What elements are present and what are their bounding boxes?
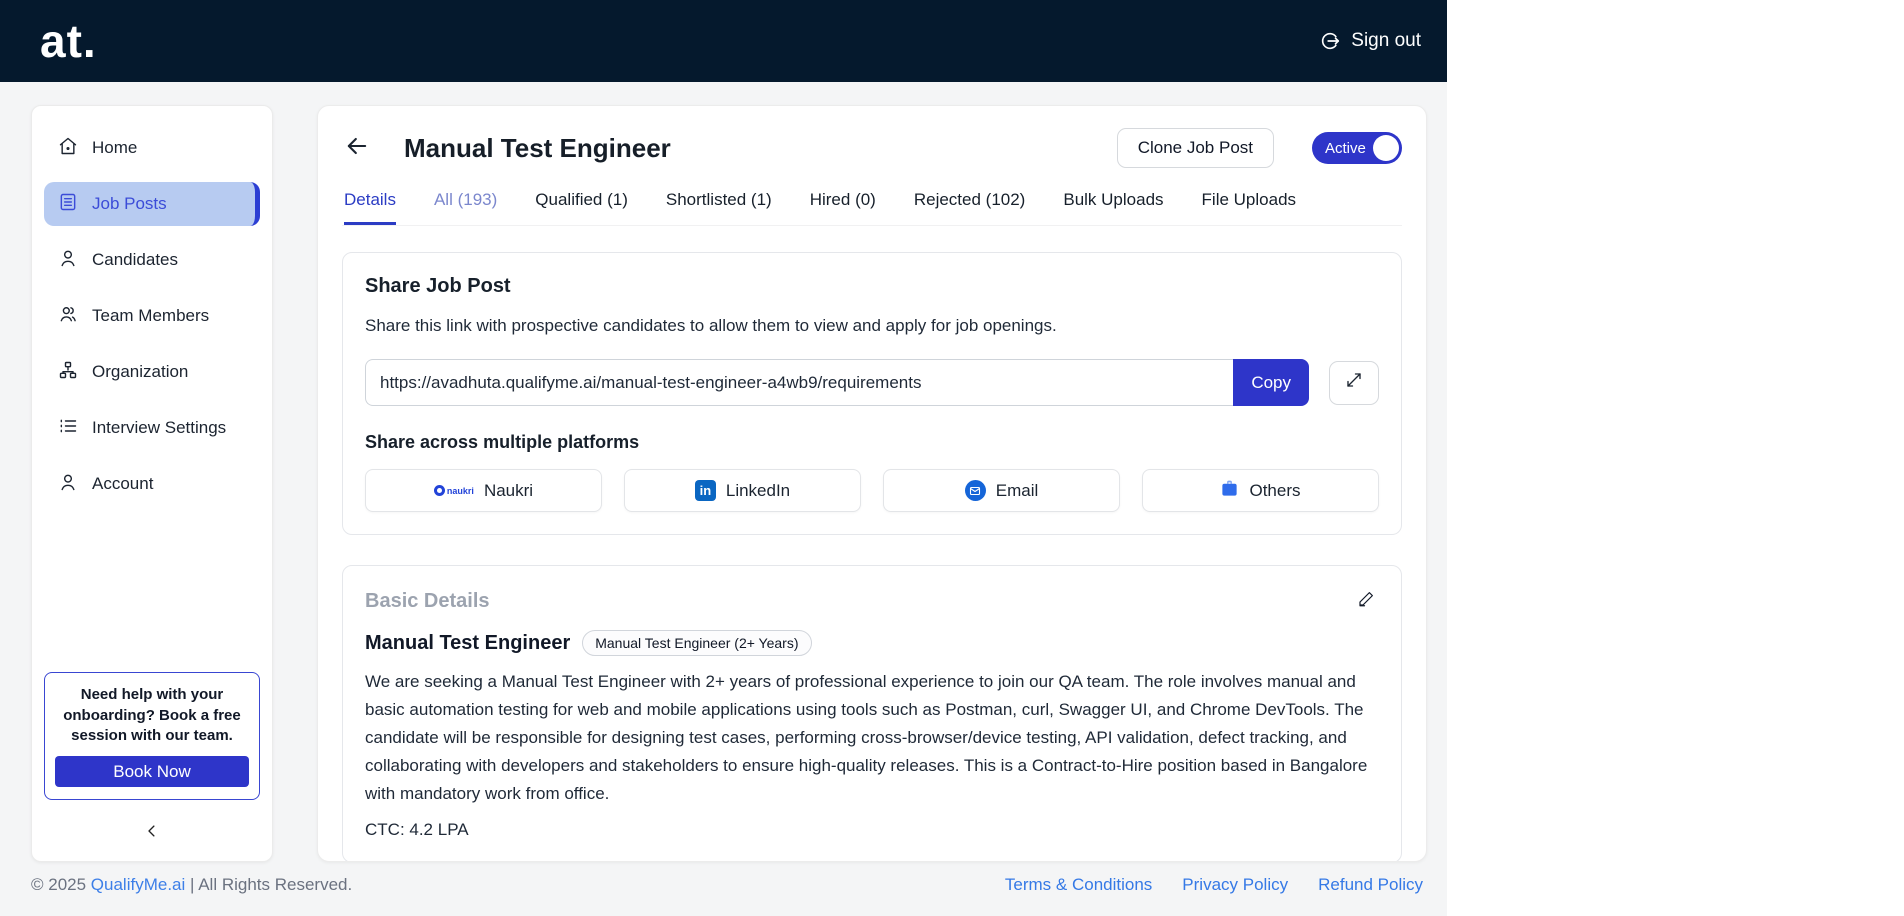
page-footer: © 2025 QualifyMe.ai | All Rights Reserve… bbox=[0, 862, 1447, 916]
page-title: Manual Test Engineer bbox=[404, 132, 671, 163]
expand-link-button[interactable] bbox=[1329, 360, 1379, 405]
job-post-main-panel: Manual Test Engineer Clone Job Post Acti… bbox=[317, 105, 1427, 862]
email-icon bbox=[964, 480, 986, 501]
sidebar-item-label: Job Posts bbox=[92, 194, 167, 213]
sign-out-label: Sign out bbox=[1351, 30, 1421, 51]
active-status-toggle[interactable]: Active bbox=[1312, 132, 1402, 164]
platforms-heading: Share across multiple platforms bbox=[365, 432, 640, 452]
platform-label: Email bbox=[995, 480, 1039, 500]
qualifyme-link[interactable]: QualifyMe.ai bbox=[91, 875, 185, 894]
tab-hired[interactable]: Hired (0) bbox=[810, 190, 876, 225]
job-experience-badge: Manual Test Engineer (2+ Years) bbox=[582, 630, 812, 656]
job-title-badge-row: Manual Test Engineer Manual Test Enginee… bbox=[365, 630, 1379, 656]
tab-details[interactable]: Details bbox=[344, 190, 396, 225]
list-settings-icon bbox=[58, 416, 78, 441]
job-description: We are seeking a Manual Test Engineer wi… bbox=[365, 672, 1368, 803]
org-chart-icon bbox=[58, 360, 78, 385]
person-icon bbox=[58, 248, 78, 273]
tab-rejected[interactable]: Rejected (102) bbox=[914, 190, 1026, 225]
sidebar-item-label: Team Members bbox=[92, 306, 210, 325]
share-card-description: Share this link with prospective candida… bbox=[365, 316, 1057, 335]
share-job-post-card: Share Job Post Share this link with pros… bbox=[342, 252, 1402, 535]
job-post-tabs: Details All (193) Qualified (1) Shortlis… bbox=[342, 190, 1402, 226]
person-icon bbox=[58, 472, 78, 497]
onboarding-help-box: Need help with your onboarding? Book a f… bbox=[44, 672, 260, 800]
sidebar-item-label: Interview Settings bbox=[92, 418, 227, 437]
terms-link[interactable]: Terms & Conditions bbox=[1005, 875, 1152, 895]
title-actions: Clone Job Post Active bbox=[1116, 128, 1402, 168]
top-header-bar: at. Sign out bbox=[0, 0, 1447, 82]
naukri-icon: naukri bbox=[433, 485, 474, 496]
copyright-prefix: © 2025 bbox=[31, 875, 91, 894]
brand-logo: at. bbox=[40, 15, 97, 67]
sidebar-item-candidates[interactable]: Candidates bbox=[44, 238, 260, 282]
privacy-link[interactable]: Privacy Policy bbox=[1182, 875, 1288, 895]
briefcase-icon bbox=[1220, 479, 1239, 503]
basic-details-title: Basic Details bbox=[365, 589, 490, 612]
share-link-row: Copy bbox=[365, 359, 1379, 406]
job-name: Manual Test Engineer bbox=[365, 631, 571, 654]
copyright-text: © 2025 QualifyMe.ai | All Rights Reserve… bbox=[31, 875, 352, 895]
platform-label: Naukri bbox=[483, 480, 534, 500]
sidebar-item-home[interactable]: Home bbox=[44, 126, 260, 170]
footer-links: Terms & Conditions Privacy Policy Refund… bbox=[1005, 875, 1423, 895]
platform-label: Others bbox=[1249, 480, 1301, 500]
sidebar-item-label: Candidates bbox=[92, 250, 179, 269]
toggle-knob bbox=[1373, 135, 1399, 161]
basic-details-header: Basic Details bbox=[365, 588, 1379, 614]
sign-out-button[interactable]: Sign out bbox=[1319, 30, 1421, 52]
share-email-button[interactable]: Email bbox=[883, 469, 1120, 512]
job-ctc: CTC: 4.2 LPA bbox=[365, 820, 469, 839]
copyright-suffix: | All Rights Reserved. bbox=[185, 875, 353, 894]
expand-diagonal-icon bbox=[1345, 371, 1363, 394]
tab-qualified[interactable]: Qualified (1) bbox=[535, 190, 628, 225]
sidebar-item-job-posts[interactable]: Job Posts bbox=[44, 182, 260, 226]
sidebar-item-account[interactable]: Account bbox=[44, 462, 260, 506]
basic-details-card: Basic Details Manual Test Engineer Manua… bbox=[342, 565, 1402, 861]
job-title-row: Manual Test Engineer Clone Job Post Acti… bbox=[342, 128, 1402, 168]
refund-link[interactable]: Refund Policy bbox=[1318, 875, 1423, 895]
share-linkedin-button[interactable]: in LinkedIn bbox=[624, 469, 861, 512]
tab-bulk-uploads[interactable]: Bulk Uploads bbox=[1063, 190, 1163, 225]
share-card-title: Share Job Post bbox=[365, 275, 511, 297]
chevron-left-icon bbox=[143, 822, 161, 845]
arrow-left-icon bbox=[343, 132, 371, 165]
share-link-input[interactable] bbox=[365, 359, 1234, 406]
platform-label: LinkedIn bbox=[725, 480, 791, 500]
logout-icon bbox=[1319, 30, 1341, 52]
sidebar-item-label: Account bbox=[92, 474, 154, 493]
app-root: at. Sign out Home Job Posts Candidates T… bbox=[0, 0, 1447, 916]
share-naukri-button[interactable]: naukri Naukri bbox=[365, 469, 602, 512]
share-others-button[interactable]: Others bbox=[1142, 469, 1379, 512]
help-text: Need help with your onboarding? Book a f… bbox=[63, 686, 241, 744]
copy-link-button[interactable]: Copy bbox=[1233, 359, 1309, 406]
edit-details-button[interactable] bbox=[1353, 588, 1379, 614]
tab-shortlisted[interactable]: Shortlisted (1) bbox=[666, 190, 772, 225]
platform-buttons-row: naukri Naukri in LinkedIn Email Others bbox=[365, 469, 1379, 512]
people-icon bbox=[58, 304, 78, 329]
tab-all[interactable]: All (193) bbox=[434, 190, 497, 225]
sidebar-item-label: Home bbox=[92, 138, 138, 157]
tab-file-uploads[interactable]: File Uploads bbox=[1202, 190, 1297, 225]
sidebar-item-interview-settings[interactable]: Interview Settings bbox=[44, 406, 260, 450]
linkedin-icon: in bbox=[694, 480, 716, 501]
job-posts-icon bbox=[58, 192, 78, 217]
toggle-label: Active bbox=[1325, 139, 1366, 157]
book-now-button[interactable]: Book Now bbox=[55, 756, 249, 787]
sidebar-item-label: Organization bbox=[92, 362, 189, 381]
sidebar-item-team-members[interactable]: Team Members bbox=[44, 294, 260, 338]
home-icon bbox=[58, 136, 78, 161]
sidebar: Home Job Posts Candidates Team Members O… bbox=[31, 105, 273, 862]
clone-job-post-button[interactable]: Clone Job Post bbox=[1116, 128, 1274, 168]
sidebar-item-organization[interactable]: Organization bbox=[44, 350, 260, 394]
pencil-icon bbox=[1357, 590, 1375, 613]
back-button[interactable] bbox=[342, 133, 372, 163]
sidebar-collapse-button[interactable] bbox=[42, 822, 262, 845]
content-row: Home Job Posts Candidates Team Members O… bbox=[0, 82, 1447, 862]
